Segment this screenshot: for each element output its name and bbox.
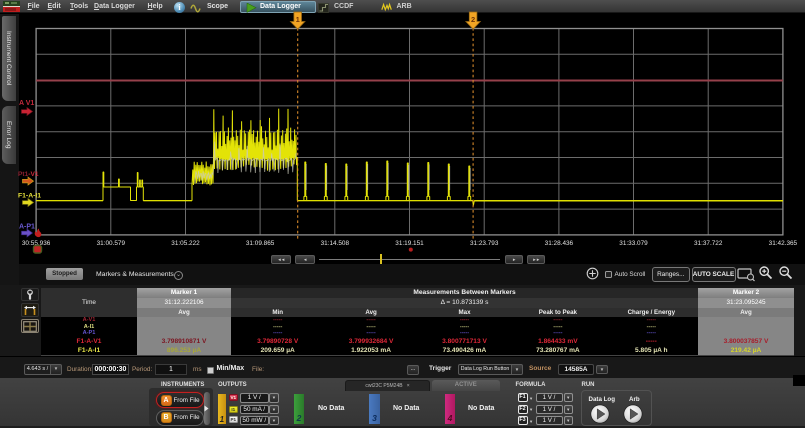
svg-text:31:42.365: 31:42.365	[769, 240, 798, 247]
svg-text:31:00.579: 31:00.579	[97, 240, 126, 247]
svg-text:31:23.793: 31:23.793	[470, 240, 499, 247]
svg-text:1: 1	[296, 15, 300, 24]
svg-text:31:05.222: 31:05.222	[171, 240, 200, 247]
svg-text:31:09.865: 31:09.865	[246, 240, 275, 247]
svg-text:31:33.079: 31:33.079	[619, 240, 648, 247]
svg-text:F1-A-I1: F1-A-I1	[18, 193, 41, 200]
svg-text:2: 2	[471, 15, 475, 24]
svg-text:Pt1-V1: Pt1-V1	[18, 171, 39, 178]
svg-text:31:28.436: 31:28.436	[545, 240, 574, 247]
svg-text:A V1: A V1	[19, 100, 34, 107]
svg-text:31:37.722: 31:37.722	[694, 240, 723, 247]
svg-text:31:19.151: 31:19.151	[395, 240, 424, 247]
svg-text:31:14.508: 31:14.508	[321, 240, 350, 247]
